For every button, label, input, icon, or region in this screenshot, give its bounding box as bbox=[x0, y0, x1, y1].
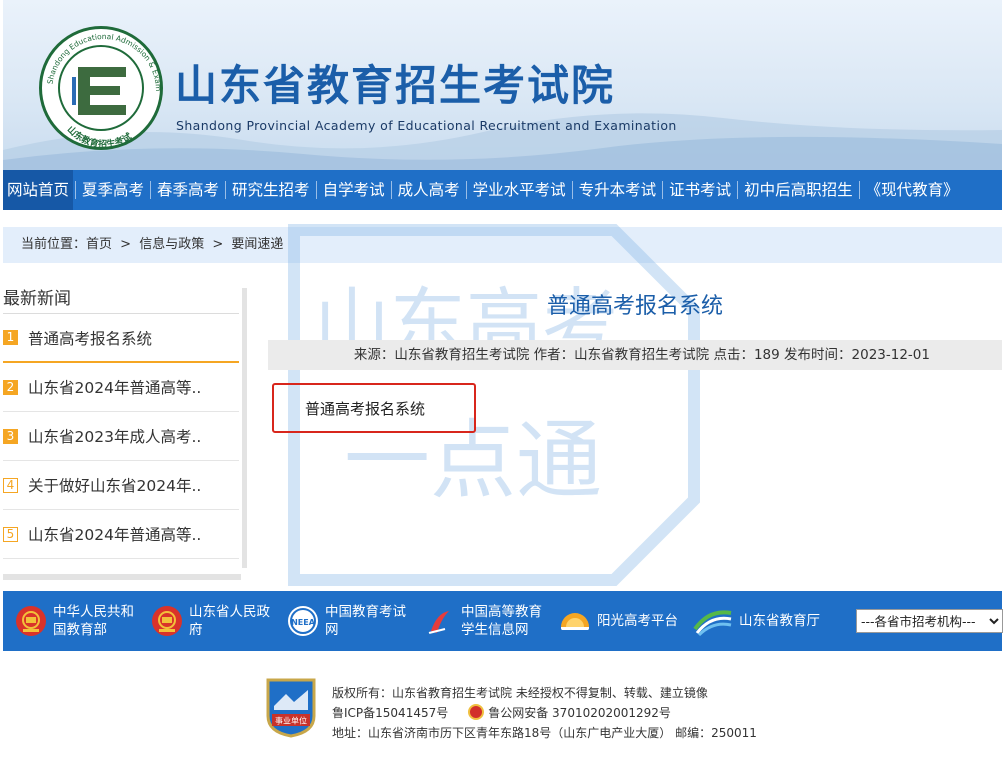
breadcrumb-separator: > bbox=[212, 237, 224, 252]
news-list-item[interactable]: 5 山东省2024年普通高等.. bbox=[3, 510, 239, 559]
link-line: 中国高等教育 bbox=[461, 604, 542, 620]
link-line: 山东省人民政 bbox=[189, 604, 270, 620]
breadcrumb-home[interactable]: 首页 bbox=[86, 237, 112, 252]
header-banner: Shandong Educational Admission & Examina… bbox=[3, 0, 1002, 170]
link-line: 中国教育考试 bbox=[325, 604, 406, 620]
related-links-bar: 中华人民共和 国教育部 山东省人民政府 NEEA 中国教育考试网 中国高等教育 学生… bbox=[3, 591, 1003, 651]
nav-item-adult[interactable]: 成人高考 bbox=[394, 170, 464, 210]
sidebar-scrollbar[interactable] bbox=[242, 288, 247, 568]
link-sunshine-gaokao[interactable]: 阳光高考平台 bbox=[559, 605, 678, 637]
national-emblem-icon bbox=[152, 606, 182, 636]
link-shandong-government[interactable]: 山东省人民政府 bbox=[151, 603, 270, 639]
link-shandong-education-department[interactable]: 山东省教育厅 bbox=[693, 605, 820, 637]
news-rank-badge: 1 bbox=[3, 330, 18, 345]
copyright-text: 版权所有：山东省教育招生考试院 未经授权不得复制、转载、建立镜像 bbox=[332, 686, 708, 700]
link-line: 山东省教育厅 bbox=[739, 613, 820, 629]
police-badge-icon bbox=[468, 704, 485, 720]
news-list: 1 普通高考报名系统 2 山东省2024年普通高等.. 3 山东省2023年成人… bbox=[3, 314, 247, 559]
news-title[interactable]: 山东省2024年普通高等.. bbox=[28, 376, 201, 398]
news-list-item[interactable]: 2 山东省2024年普通高等.. bbox=[3, 363, 239, 412]
news-title[interactable]: 山东省2023年成人高考.. bbox=[28, 425, 201, 447]
news-title[interactable]: 山东省2024年普通高等.. bbox=[28, 523, 201, 545]
svg-text:事业单位: 事业单位 bbox=[275, 716, 307, 726]
sidebar-bottom-bar bbox=[3, 574, 241, 580]
link-line: 阳光高考平台 bbox=[597, 613, 678, 629]
nav-separator bbox=[858, 181, 860, 199]
nav-item-proficiency[interactable]: 学业水平考试 bbox=[469, 170, 570, 210]
link-line: 学生信息网 bbox=[461, 622, 529, 638]
nav-separator bbox=[225, 181, 227, 199]
article-meta: 来源：山东省教育招生考试院 作者：山东省教育招生考试院 点击：189 发布时间：… bbox=[268, 340, 1002, 370]
nav-separator bbox=[315, 181, 317, 199]
article-title: 普通高考报名系统 bbox=[546, 294, 723, 319]
site-subtitle: Shandong Provincial Academy of Education… bbox=[176, 118, 677, 133]
latest-news-sidebar: 最新新闻 1 普通高考报名系统 2 山东省2024年普通高等.. 3 山东省20… bbox=[3, 284, 247, 580]
link-line: 府 bbox=[189, 622, 203, 638]
site-footer: 版权所有：山东省教育招生考试院 未经授权不得复制、转载、建立镜像 鲁ICP备15… bbox=[332, 683, 757, 743]
nav-item-certificate[interactable]: 证书考试 bbox=[665, 170, 735, 210]
link-line: 网 bbox=[325, 622, 339, 638]
breadcrumb-level2[interactable]: 要闻速递 bbox=[231, 237, 283, 252]
police-record-link[interactable]: 鲁公网安备 37010202001292号 bbox=[488, 706, 671, 720]
link-line: 中华人民共和 bbox=[53, 604, 134, 620]
news-list-item[interactable]: 1 普通高考报名系统 bbox=[3, 314, 239, 363]
news-rank-badge: 3 bbox=[3, 428, 18, 444]
national-emblem-icon bbox=[16, 606, 46, 636]
nav-separator bbox=[75, 181, 77, 199]
news-list-item[interactable]: 3 山东省2023年成人高考.. bbox=[3, 412, 239, 461]
academy-logo-icon[interactable]: Shandong Educational Admission & Examina… bbox=[39, 26, 163, 150]
nav-separator bbox=[150, 181, 152, 199]
breadcrumb-prefix: 当前位置： bbox=[21, 237, 87, 252]
sd-edu-logo-icon bbox=[693, 610, 732, 637]
logo-e-mark bbox=[72, 67, 126, 115]
news-rank-badge: 2 bbox=[3, 379, 18, 395]
nav-separator bbox=[571, 181, 573, 199]
exam-agencies-select[interactable]: ---各省市招考机构--- bbox=[856, 609, 1003, 633]
nav-item-spring-gaokao[interactable]: 春季高考 bbox=[153, 170, 223, 210]
nav-separator bbox=[737, 181, 739, 199]
link-line: 国教育部 bbox=[53, 622, 107, 638]
news-list-item[interactable]: 4 关于做好山东省2024年.. bbox=[3, 461, 239, 510]
nav-item-vocational[interactable]: 初中后高职招生 bbox=[740, 170, 857, 210]
news-title[interactable]: 关于做好山东省2024年.. bbox=[28, 474, 201, 496]
nav-item-upgrade[interactable]: 专升本考试 bbox=[575, 170, 661, 210]
site-title: 山东省教育招生考试院 bbox=[175, 61, 616, 110]
nav-item-graduate[interactable]: 研究生招考 bbox=[228, 170, 314, 210]
link-ministry-of-education[interactable]: 中华人民共和 国教育部 bbox=[15, 603, 134, 639]
registration-system-link[interactable]: 普通高考报名系统 bbox=[305, 398, 425, 419]
nav-separator bbox=[465, 181, 467, 199]
sunshine-logo-icon bbox=[561, 613, 589, 630]
nav-item-modern-education[interactable]: 《现代教育》 bbox=[862, 170, 963, 210]
news-title[interactable]: 普通高考报名系统 bbox=[28, 327, 152, 349]
nav-separator bbox=[662, 181, 664, 199]
breadcrumb-separator: > bbox=[120, 237, 132, 252]
breadcrumb-level1[interactable]: 信息与政策 bbox=[139, 237, 204, 252]
nav-item-self-study[interactable]: 自学考试 bbox=[319, 170, 389, 210]
icp-link[interactable]: 鲁ICP备15041457号 bbox=[332, 706, 448, 720]
nav-item-summer-gaokao[interactable]: 夏季高考 bbox=[78, 170, 148, 210]
breadcrumb: 当前位置：首页 > 信息与政策 > 要闻速递 bbox=[3, 227, 1002, 263]
main-nav: 网站首页 夏季高考 春季高考 研究生招考 自学考试 成人高考 学业水平考试 专升… bbox=[3, 170, 1002, 210]
nav-item-home[interactable]: 网站首页 bbox=[3, 170, 74, 210]
link-neea[interactable]: NEEA 中国教育考试网 bbox=[287, 603, 406, 639]
sidebar-title: 最新新闻 bbox=[3, 284, 239, 314]
public-institution-badge-icon[interactable]: 事业单位 bbox=[264, 676, 318, 738]
address-text: 地址：山东省济南市历下区青年东路18号（山东广电产业大厦） 邮编：250011 bbox=[332, 726, 757, 740]
news-rank-badge: 4 bbox=[3, 477, 18, 493]
svg-text:NEEA: NEEA bbox=[291, 618, 316, 627]
link-chsi[interactable]: 中国高等教育 学生信息网 bbox=[423, 603, 542, 639]
nav-separator bbox=[390, 181, 392, 199]
neea-logo-icon: NEEA bbox=[288, 606, 318, 636]
registration-line: 鲁ICP备15041457号 鲁公网安备 37010202001292号 bbox=[332, 703, 757, 723]
news-rank-badge: 5 bbox=[3, 526, 18, 542]
chsi-logo-icon bbox=[428, 611, 449, 634]
